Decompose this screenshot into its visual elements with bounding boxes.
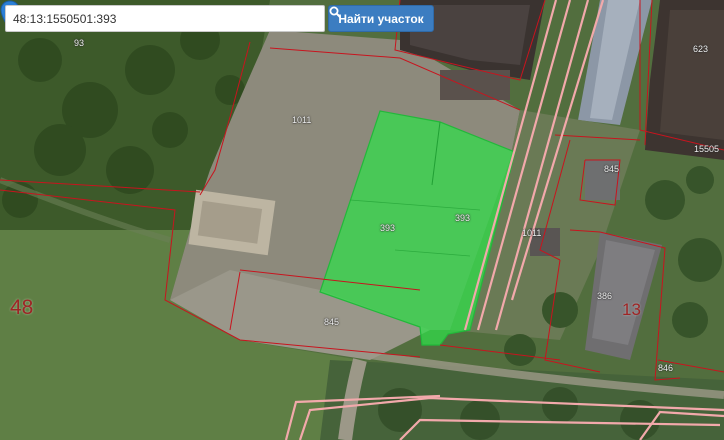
parcel-label[interactable]: 15505 [694, 144, 719, 154]
search-input[interactable] [6, 6, 324, 31]
parcel-label[interactable]: 386 [597, 291, 612, 301]
parcel-label[interactable]: 1011 [522, 228, 541, 238]
parcel-label[interactable]: 623 [693, 44, 708, 54]
satellite-imagery [0, 0, 724, 440]
map-view[interactable]: 93 1011 393 393 1011 845 845 386 846 623… [0, 0, 724, 440]
search-button[interactable]: Найти участок [328, 5, 434, 32]
parcel-label[interactable]: 845 [604, 164, 619, 174]
parcel-label[interactable]: 393 [455, 213, 470, 223]
search-icon [329, 6, 341, 18]
parcel-label[interactable]: 393 [380, 223, 395, 233]
parcel-label[interactable]: 93 [74, 38, 84, 48]
quarter-label: 48 [10, 296, 34, 319]
parcel-label[interactable]: 1011 [292, 115, 311, 125]
search-button-label: Найти участок [338, 11, 424, 26]
parcel-label[interactable]: 845 [324, 317, 339, 327]
quarter-label: 13 [622, 300, 641, 319]
search-field[interactable] [5, 5, 325, 32]
parcel-label[interactable]: 846 [658, 363, 673, 373]
